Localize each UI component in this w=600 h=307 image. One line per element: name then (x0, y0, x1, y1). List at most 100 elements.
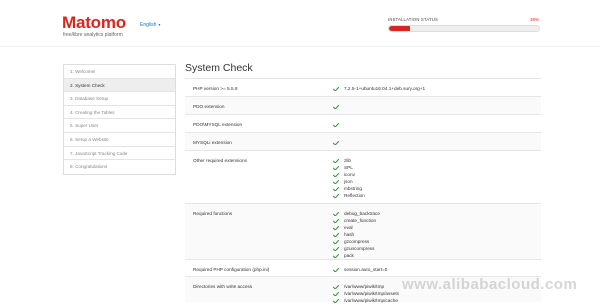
watermark: www.alibabacloud.com (402, 276, 578, 293)
check-value: zlib (344, 158, 352, 163)
check-line: zlib (333, 157, 541, 164)
installation-status-label: INSTALLATION STATUS (388, 17, 439, 22)
caret-down-icon: ▾ (158, 22, 161, 27)
check-line: eval (333, 224, 541, 231)
tagline: free/libre analytics platform (63, 32, 123, 38)
requirement-label: MYSQLi extension (193, 140, 232, 145)
requirement-values: zlib SPL iconv json mbstring Reflection (333, 151, 541, 203)
page-title: System Check (185, 62, 253, 74)
check-value: session.auto_start=0 (344, 267, 388, 272)
requirement-values (333, 97, 541, 114)
table-row: MYSQLi extension (185, 132, 541, 150)
requirement-values: debug_backtrace create_functioneval hash gz… (333, 204, 541, 259)
system-check-table: PHP version >= 5.5.9 7.2.5-1+ubuntu16.04.… (185, 78, 541, 304)
requirement-label: PDO extension (193, 104, 225, 109)
check-value: pack (344, 253, 354, 258)
check-value: 7.2.5-1+ubuntu16.04.1+deb.sury.org+1 (344, 86, 426, 91)
table-row: PHP version >= 5.5.9 7.2.5-1+ubuntu16.04.… (185, 78, 541, 96)
check-line: Reflection (333, 192, 541, 199)
check-icon (333, 239, 339, 244)
requirement-label: Required PHP configuration (php.ini) (193, 267, 270, 272)
language-label: English (140, 22, 157, 28)
check-value: /var/www/piwik/tmp (344, 284, 385, 289)
check-icon (333, 225, 339, 230)
check-icon (333, 179, 339, 184)
check-line: session.auto_start=0 (333, 266, 541, 273)
requirement-values (333, 115, 541, 132)
check-value: mbstring (344, 186, 362, 191)
check-line: gzuncompress (333, 245, 541, 252)
table-row: PDO extension (185, 96, 541, 114)
check-icon (333, 246, 339, 251)
check-value: /var/www/piwik/tmp/assets (344, 291, 399, 296)
check-value: gzuncompress (344, 246, 375, 251)
check-icon (333, 122, 339, 127)
requirement-label: Required functions (193, 211, 233, 216)
check-line: debug_backtrace (333, 210, 541, 217)
table-row: PDO\MYSQL extension (185, 114, 541, 132)
check-icon (333, 186, 339, 191)
logo: Matomo (62, 13, 126, 32)
sidebar-item-2[interactable]: 2. System Check (64, 78, 175, 93)
check-icon (333, 193, 339, 198)
sidebar-item-4[interactable]: 4. Creating the Tables (64, 105, 175, 120)
check-icon (333, 232, 339, 237)
requirement-values (333, 133, 541, 150)
check-value: debug_backtrace (344, 211, 380, 216)
sidebar-item-6[interactable]: 6. Setup a Website (64, 132, 175, 147)
check-icon (333, 140, 339, 145)
check-line: json (333, 178, 541, 185)
language-selector[interactable]: English ▾ (140, 22, 160, 28)
check-icon (333, 218, 339, 223)
table-row: Required PHP configuration (php.ini) sess… (185, 259, 541, 276)
requirement-values: 7.2.5-1+ubuntu16.04.1+deb.sury.org+1 (333, 79, 541, 96)
table-row: Other required extensions zlib SPL iconv jso… (185, 150, 541, 203)
check-icon (333, 211, 339, 216)
check-value: hash (344, 232, 355, 237)
check-line: mbstring (333, 185, 541, 192)
check-value: eval (344, 225, 353, 230)
installation-status-percent: 38% (530, 17, 540, 22)
check-line: SPL (333, 164, 541, 171)
check-line: gzcompress (333, 238, 541, 245)
sidebar-item-3[interactable]: 3. Database Setup (64, 92, 175, 106)
sidebar-item-1[interactable]: 1. Welcome! (64, 65, 175, 79)
sidebar-item-7[interactable]: 7. JavaScript Tracking Code (64, 146, 175, 161)
sidebar: 1. Welcome! 2. System Check 3. Database Se… (63, 64, 176, 175)
check-value: SPL (344, 165, 353, 170)
requirement-label: Other required extensions (193, 158, 247, 163)
check-icon (333, 86, 339, 91)
check-value: iconv (344, 172, 355, 177)
requirement-label: PDO\MYSQL extension (193, 122, 243, 127)
check-icon (333, 165, 339, 170)
check-line: 7.2.5-1+ubuntu16.04.1+deb.sury.org+1 (333, 85, 541, 92)
check-line (333, 103, 541, 110)
installation-progress-fill (389, 26, 410, 31)
check-icon (333, 158, 339, 163)
requirement-values: session.auto_start=0 (333, 260, 541, 276)
check-line: /var/www/piwik/tmp/cache (333, 297, 541, 304)
check-icon (333, 253, 339, 258)
check-value: /var/www/piwik/tmp/cache (344, 298, 398, 303)
check-value: gzcompress (344, 239, 370, 244)
check-line (333, 139, 541, 146)
requirement-label: PHP version >= 5.5.9 (193, 86, 238, 91)
check-line (333, 121, 541, 128)
table-row: Required functions debug_backtrace create_… (185, 203, 541, 259)
check-icon (333, 267, 339, 272)
check-icon (333, 172, 339, 177)
requirement-label: Directories with write access (193, 284, 253, 289)
installation-progress-bar (388, 25, 540, 32)
check-line: create_function (333, 217, 541, 224)
sidebar-item-8[interactable]: 8. Congratulations (64, 160, 175, 174)
header-divider (0, 46, 600, 47)
check-icon (333, 104, 339, 109)
check-line: hash (333, 231, 541, 238)
check-value: Reflection (344, 193, 365, 198)
check-line: iconv (333, 171, 541, 178)
check-value: create_function (344, 218, 377, 223)
check-value: json (344, 179, 353, 184)
check-icon (333, 284, 339, 289)
check-icon (333, 298, 339, 303)
sidebar-item-5[interactable]: 5. Super User (64, 119, 175, 133)
